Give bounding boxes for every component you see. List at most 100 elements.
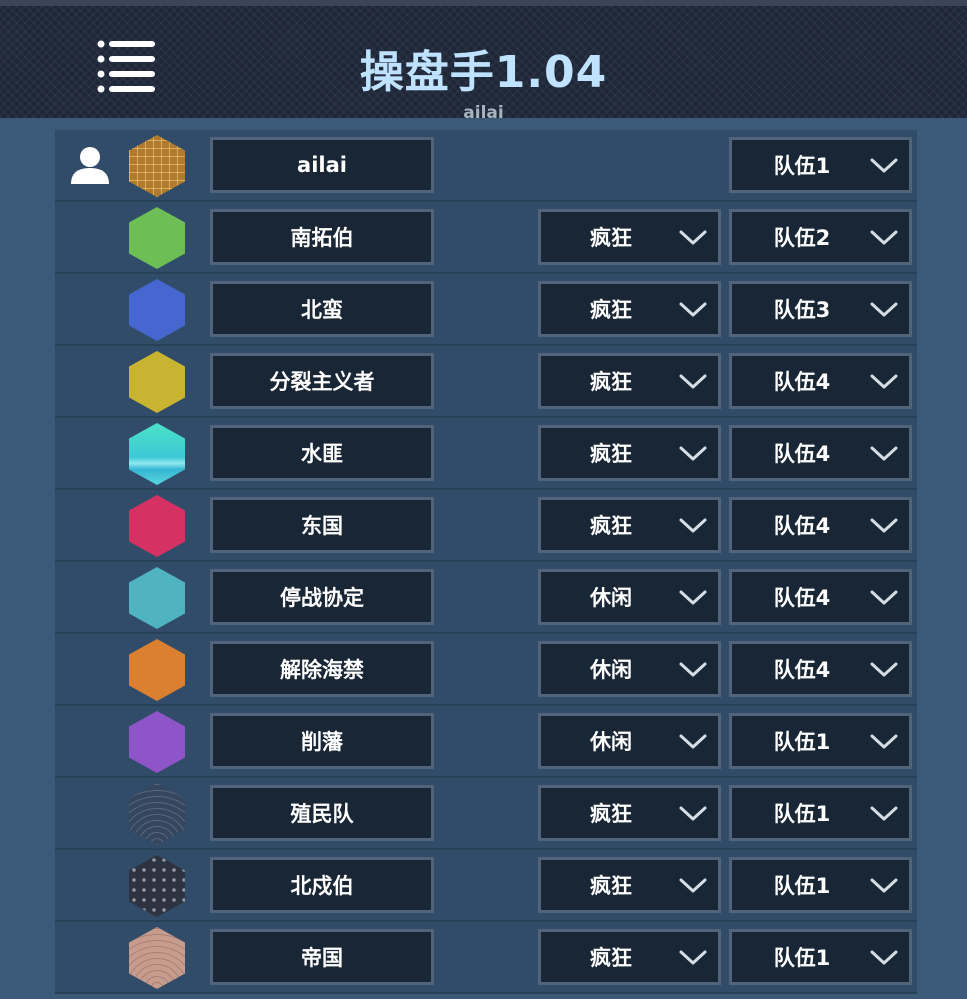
player-name-field[interactable]: ailai <box>210 137 434 193</box>
difficulty-value: 休闲 <box>590 586 632 610</box>
player-name-field[interactable]: 殖民队 <box>210 785 434 841</box>
team-value: 队伍4 <box>773 442 831 466</box>
difficulty-select[interactable]: 休闲 <box>538 713 721 769</box>
faction-color-swatch[interactable] <box>129 855 185 917</box>
chevron-down-icon <box>679 446 707 461</box>
team-value: 队伍1 <box>773 154 831 178</box>
difficulty-select[interactable]: 疯狂 <box>538 281 721 337</box>
team-select[interactable]: 队伍3 <box>729 281 912 337</box>
difficulty-value: 疯狂 <box>590 298 632 322</box>
faction-color-swatch[interactable] <box>129 783 185 845</box>
player-name-subtitle: ailai <box>463 103 504 123</box>
player-name-field[interactable]: 分裂主义者 <box>210 353 434 409</box>
team-value: 队伍1 <box>773 946 831 970</box>
player-name-label: 解除海禁 <box>280 658 364 682</box>
chevron-down-icon <box>870 230 898 245</box>
faction-color-swatch[interactable] <box>129 567 185 629</box>
player-name-field[interactable]: 水匪 <box>210 425 434 481</box>
player-name-field[interactable]: 停战协定 <box>210 569 434 625</box>
team-value: 队伍3 <box>773 298 831 322</box>
faction-color-swatch[interactable] <box>129 639 185 701</box>
chevron-down-icon <box>870 590 898 605</box>
player-row: 解除海禁 休闲 队伍4 <box>55 634 917 706</box>
faction-color-swatch[interactable] <box>129 495 185 557</box>
player-row: 南拓伯 疯狂 队伍2 <box>55 202 917 274</box>
chevron-down-icon <box>870 302 898 317</box>
difficulty-select[interactable]: 疯狂 <box>538 425 721 481</box>
team-select[interactable]: 队伍1 <box>729 785 912 841</box>
team-select[interactable]: 队伍4 <box>729 641 912 697</box>
team-value: 队伍4 <box>773 658 831 682</box>
difficulty-value: 疯狂 <box>590 226 632 250</box>
team-select[interactable]: 队伍1 <box>729 137 912 193</box>
chevron-down-icon <box>679 950 707 965</box>
player-name-label: 北戍伯 <box>290 874 354 898</box>
difficulty-select[interactable]: 疯狂 <box>538 857 721 913</box>
user-icon <box>71 147 109 184</box>
player-name-field[interactable]: 北蛮 <box>210 281 434 337</box>
difficulty-value: 疯狂 <box>590 874 632 898</box>
team-select[interactable]: 队伍1 <box>729 713 912 769</box>
chevron-down-icon <box>679 662 707 677</box>
team-select[interactable]: 队伍2 <box>729 209 912 265</box>
team-select[interactable]: 队伍4 <box>729 569 912 625</box>
player-name-field[interactable]: 东国 <box>210 497 434 553</box>
player-name-field[interactable]: 解除海禁 <box>210 641 434 697</box>
team-value: 队伍1 <box>773 802 831 826</box>
difficulty-select[interactable]: 休闲 <box>538 641 721 697</box>
team-value: 队伍4 <box>773 514 831 538</box>
player-name-label: 分裂主义者 <box>269 370 375 394</box>
team-value: 队伍2 <box>773 226 831 250</box>
difficulty-value: 疯狂 <box>590 370 632 394</box>
faction-color-swatch[interactable] <box>129 711 185 773</box>
team-select[interactable]: 队伍1 <box>729 929 912 985</box>
difficulty-select[interactable]: 休闲 <box>538 569 721 625</box>
chevron-down-icon <box>679 734 707 749</box>
faction-color-swatch[interactable] <box>129 423 185 485</box>
player-name-field[interactable]: 削藩 <box>210 713 434 769</box>
team-value: 队伍1 <box>773 874 831 898</box>
faction-color-swatch[interactable] <box>129 279 185 341</box>
player-row: 分裂主义者 疯狂 队伍4 <box>55 346 917 418</box>
chevron-down-icon <box>870 446 898 461</box>
player-row: 削藩 休闲 队伍1 <box>55 706 917 778</box>
difficulty-select[interactable]: 疯狂 <box>538 497 721 553</box>
player-name-field[interactable]: 帝国 <box>210 929 434 985</box>
faction-color-swatch[interactable] <box>129 207 185 269</box>
team-select[interactable]: 队伍1 <box>729 857 912 913</box>
player-name-field[interactable]: 南拓伯 <box>210 209 434 265</box>
difficulty-value: 疯狂 <box>590 802 632 826</box>
team-value: 队伍1 <box>773 730 831 754</box>
faction-color-swatch[interactable] <box>129 927 185 989</box>
difficulty-value: 休闲 <box>590 658 632 682</box>
player-name-field[interactable]: 北戍伯 <box>210 857 434 913</box>
chevron-down-icon <box>679 590 707 605</box>
team-select[interactable]: 队伍4 <box>729 497 912 553</box>
chevron-down-icon <box>679 374 707 389</box>
difficulty-select[interactable]: 疯狂 <box>538 929 721 985</box>
team-select[interactable]: 队伍4 <box>729 425 912 481</box>
difficulty-select[interactable]: 疯狂 <box>538 209 721 265</box>
player-name-label: 水匪 <box>301 442 343 466</box>
team-select[interactable]: 队伍4 <box>729 353 912 409</box>
chevron-down-icon <box>679 230 707 245</box>
difficulty-value: 休闲 <box>590 730 632 754</box>
chevron-down-icon <box>870 374 898 389</box>
player-row: 停战协定 休闲 队伍4 <box>55 562 917 634</box>
player-name-label: 殖民队 <box>290 802 354 826</box>
player-row: 东国 疯狂 队伍4 <box>55 490 917 562</box>
difficulty-value: 疯狂 <box>590 514 632 538</box>
team-value: 队伍4 <box>773 370 831 394</box>
player-table: ailai 队伍1 南拓伯 疯狂 队伍2 北蛮 疯狂 队伍3 分裂主义者 疯狂 队伍4 水匪 疯狂 队伍4… <box>55 130 917 994</box>
chevron-down-icon <box>870 806 898 821</box>
faction-color-swatch[interactable] <box>129 351 185 413</box>
faction-color-swatch[interactable] <box>129 135 185 197</box>
player-name-label: 东国 <box>301 514 343 538</box>
chevron-down-icon <box>870 518 898 533</box>
player-row: 北戍伯 疯狂 队伍1 <box>55 850 917 922</box>
chevron-down-icon <box>679 806 707 821</box>
difficulty-select[interactable]: 疯狂 <box>538 785 721 841</box>
difficulty-select[interactable]: 疯狂 <box>538 353 721 409</box>
chevron-down-icon <box>870 734 898 749</box>
chevron-down-icon <box>679 518 707 533</box>
